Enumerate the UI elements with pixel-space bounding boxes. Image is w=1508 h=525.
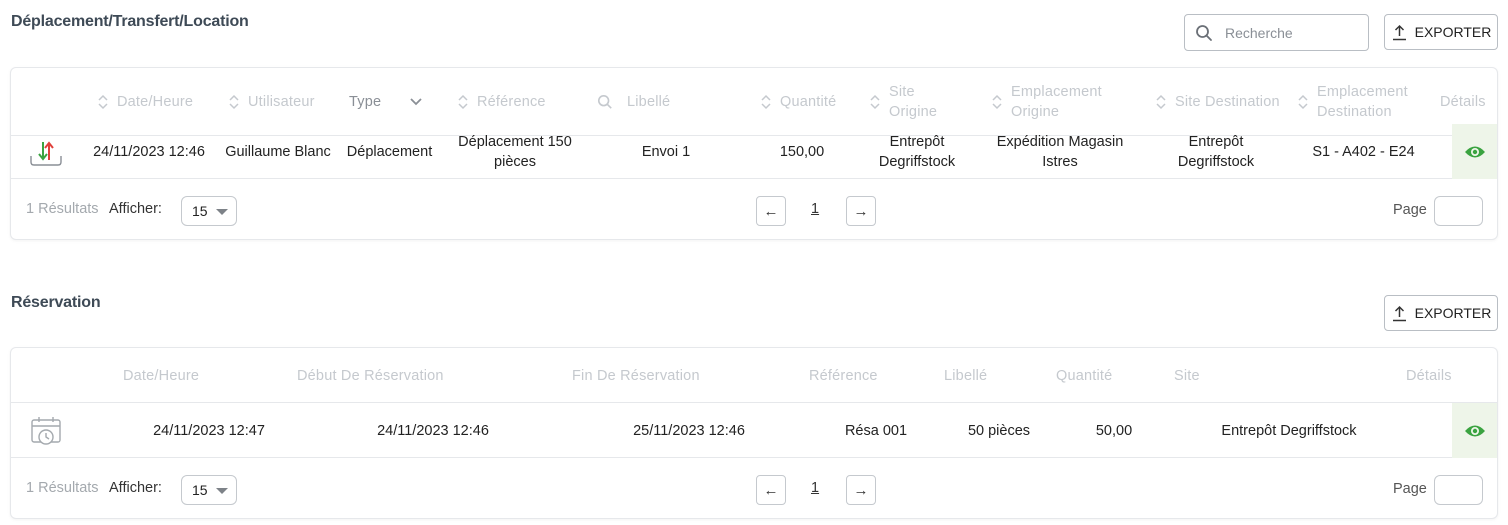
- movements-table-card: Date/Heure Utilisateur Type Référence Li…: [10, 67, 1498, 240]
- reservations-pagination: 1 Résultats Afficher: 15 ← 1 → Page: [11, 459, 1497, 519]
- cell-quantity: 50,00: [1095, 422, 1133, 439]
- col-details-header: Détails: [1406, 367, 1452, 384]
- cell-location-origin: Expédition Magasin Istres: [996, 133, 1124, 170]
- cell-type: Déplacement: [346, 143, 433, 160]
- reservations-export-button[interactable]: EXPORTER: [1384, 295, 1498, 331]
- col-end-header[interactable]: Fin De Réservation: [572, 348, 700, 403]
- eye-icon: [1464, 425, 1485, 436]
- sort-icon: [98, 94, 108, 110]
- chevron-down-icon: [410, 98, 422, 106]
- sort-icon: [1156, 94, 1166, 110]
- reservations-table-card: Date/Heure Début De Réservation Fin De R…: [10, 347, 1498, 519]
- table-row[interactable]: 24/11/2023 12:46 Guillaume Blanc Déplace…: [11, 124, 1497, 179]
- cell-start: 24/11/2023 12:46: [377, 422, 489, 439]
- cell-date: 24/11/2023 12:47: [153, 422, 265, 439]
- caret-down-icon: [216, 209, 228, 215]
- cell-label: 50 pièces: [967, 422, 1031, 439]
- cell-reference: Déplacement 150 pièces: [458, 133, 572, 170]
- show-label: Afficher:: [109, 201, 162, 217]
- col-date-header[interactable]: Date/Heure: [123, 348, 199, 403]
- col-quantity-header[interactable]: Quantité: [1056, 348, 1112, 403]
- table-row[interactable]: 24/11/2023 12:47 24/11/2023 12:46 25/11/…: [11, 403, 1497, 458]
- reservations-title: Réservation: [11, 294, 101, 311]
- cell-user: Guillaume Blanc: [225, 143, 331, 160]
- reservations-table-header: Date/Heure Début De Réservation Fin De R…: [11, 348, 1497, 403]
- upload-icon: [1392, 24, 1406, 40]
- cell-end: 25/11/2023 12:46: [633, 422, 745, 439]
- cell-site-destination: Entrepôt Degriffstock: [1177, 133, 1255, 170]
- sort-icon: [1298, 94, 1308, 110]
- transfer-arrows-icon: [30, 141, 62, 166]
- caret-down-icon: [216, 488, 228, 494]
- cell-reference: Résa 001: [844, 422, 908, 439]
- next-page-button[interactable]: →: [846, 475, 876, 505]
- search-icon: [1196, 25, 1212, 41]
- page-jump-input[interactable]: [1434, 196, 1483, 226]
- sort-icon: [458, 94, 468, 110]
- results-count: 1 Résultats: [26, 201, 99, 217]
- results-count: 1 Résultats: [26, 480, 99, 496]
- cell-site: Entrepôt Degriffstock: [1221, 422, 1357, 439]
- sort-icon: [761, 94, 771, 110]
- movements-pagination: 1 Résultats Afficher: 15 ← 1 → Page: [11, 180, 1497, 240]
- prev-page-button[interactable]: ←: [756, 475, 786, 505]
- col-start-header[interactable]: Début De Réservation: [297, 348, 444, 403]
- search-input[interactable]: [1225, 22, 1360, 44]
- upload-icon: [1392, 305, 1406, 321]
- current-page[interactable]: 1: [811, 201, 819, 217]
- movements-title: Déplacement/Transfert/Location: [11, 13, 249, 30]
- export-label: EXPORTER: [1414, 24, 1492, 40]
- col-site-header[interactable]: Site: [1174, 348, 1200, 403]
- sort-icon: [992, 94, 1002, 110]
- search-box[interactable]: [1184, 14, 1369, 51]
- page-label: Page: [1393, 481, 1427, 497]
- search-icon: [597, 94, 612, 109]
- cell-label: Envoi 1: [641, 143, 691, 160]
- details-button[interactable]: [1452, 124, 1497, 179]
- per-page-select[interactable]: 15: [181, 475, 237, 505]
- export-label: EXPORTER: [1414, 305, 1492, 321]
- current-page[interactable]: 1: [811, 480, 819, 496]
- col-label-header[interactable]: Libellé: [944, 348, 987, 403]
- cell-date: 24/11/2023 12:46: [93, 143, 205, 160]
- per-page-select[interactable]: 15: [181, 196, 237, 226]
- page-label: Page: [1393, 202, 1427, 218]
- cell-location-destination: S1 - A402 - E24: [1312, 143, 1415, 160]
- sort-icon: [870, 94, 880, 110]
- next-page-button[interactable]: →: [846, 196, 876, 226]
- sort-icon: [229, 94, 239, 110]
- show-label: Afficher:: [109, 480, 162, 496]
- movements-export-button[interactable]: EXPORTER: [1384, 14, 1498, 50]
- eye-icon: [1464, 146, 1485, 157]
- col-reference-header[interactable]: Référence: [809, 348, 878, 403]
- calendar-clock-icon: [31, 417, 61, 445]
- cell-quantity: 150,00: [779, 143, 825, 160]
- cell-site-origin: Entrepôt Degriffstock: [878, 133, 956, 170]
- details-button[interactable]: [1452, 403, 1497, 458]
- page-jump-input[interactable]: [1434, 475, 1483, 505]
- prev-page-button[interactable]: ←: [756, 196, 786, 226]
